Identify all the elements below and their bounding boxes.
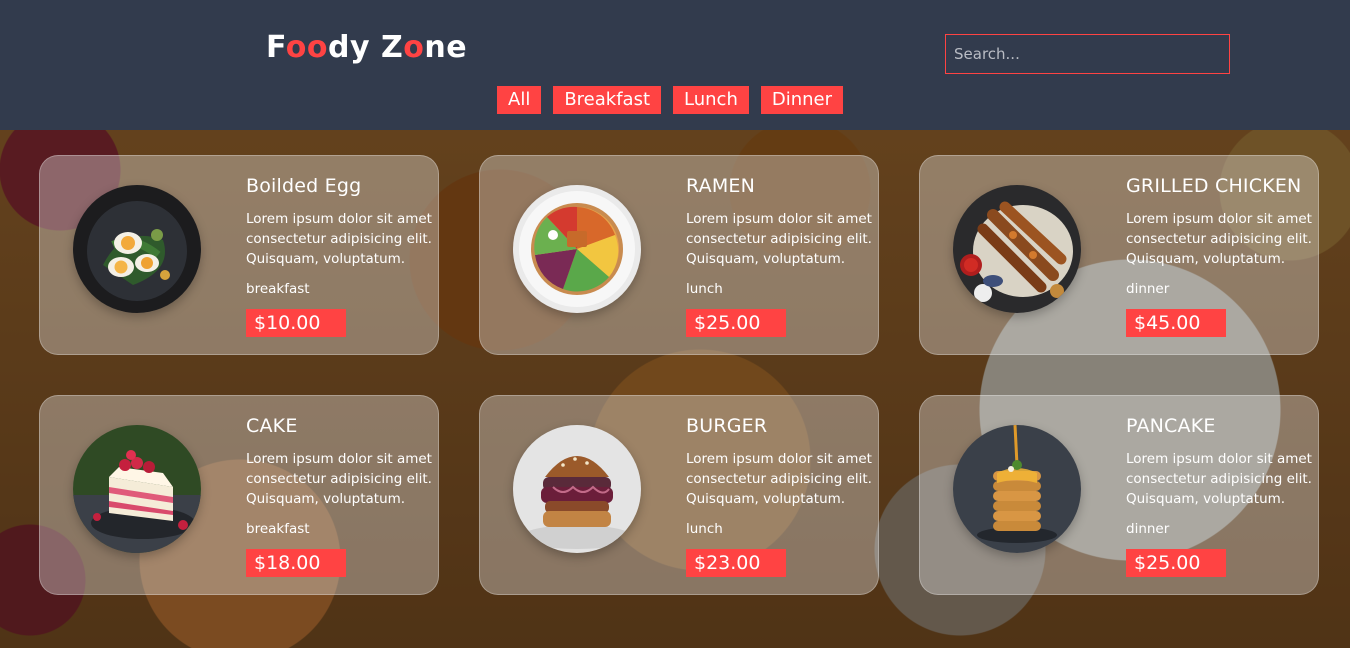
food-category: dinner	[1126, 281, 1170, 297]
food-category: lunch	[686, 521, 723, 537]
food-card: CAKE Lorem ipsum dolor sit amet consecte…	[39, 395, 439, 595]
search-input[interactable]	[945, 34, 1230, 74]
food-card: RAMEN Lorem ipsum dolor sit amet consect…	[479, 155, 879, 355]
food-title: RAMEN	[686, 175, 756, 197]
food-title: GRILLED CHICKEN	[1126, 175, 1302, 197]
price-button[interactable]: $25.00	[686, 309, 786, 337]
brand-part-highlight: oo	[285, 30, 329, 65]
food-card-info: Boilded Egg Lorem ipsum dolor sit amet c…	[246, 174, 436, 337]
boiled-egg-photo	[73, 185, 201, 313]
food-card: BURGER Lorem ipsum dolor sit amet consec…	[479, 395, 879, 595]
food-card: GRILLED CHICKEN Lorem ipsum dolor sit am…	[919, 155, 1319, 355]
food-card: Boilded Egg Lorem ipsum dolor sit amet c…	[39, 155, 439, 355]
food-category: breakfast	[246, 521, 310, 537]
price-button[interactable]: $25.00	[1126, 549, 1226, 577]
food-title: BURGER	[686, 415, 768, 437]
cake-slice-photo	[73, 425, 201, 553]
food-card-info: PANCAKE Lorem ipsum dolor sit amet conse…	[1126, 414, 1316, 577]
food-image	[953, 185, 1081, 313]
food-image	[73, 185, 201, 313]
brand-part: dy Z	[328, 30, 404, 65]
ramen-bowl-photo	[513, 185, 641, 313]
food-description: Lorem ipsum dolor sit amet consectetur a…	[686, 451, 872, 507]
food-description: Lorem ipsum dolor sit amet consectetur a…	[1126, 451, 1312, 507]
price-button[interactable]: $23.00	[686, 549, 786, 577]
food-card: PANCAKE Lorem ipsum dolor sit amet conse…	[919, 395, 1319, 595]
food-image	[73, 425, 201, 553]
burger-photo	[513, 425, 641, 553]
food-category: lunch	[686, 281, 723, 297]
price-button[interactable]: $45.00	[1126, 309, 1226, 337]
food-card-info: CAKE Lorem ipsum dolor sit amet consecte…	[246, 414, 436, 577]
food-title: Boilded Egg	[246, 175, 362, 197]
price-button[interactable]: $10.00	[246, 309, 346, 337]
filter-bar: All Breakfast Lunch Dinner	[497, 86, 844, 114]
food-image	[513, 425, 641, 553]
price-button[interactable]: $18.00	[246, 549, 346, 577]
food-description: Lorem ipsum dolor sit amet consectetur a…	[1126, 211, 1312, 267]
food-title: CAKE	[246, 415, 298, 437]
food-description: Lorem ipsum dolor sit amet consectetur a…	[246, 211, 432, 267]
filter-all-button[interactable]: All	[497, 86, 542, 114]
filter-dinner-button[interactable]: Dinner	[760, 86, 844, 114]
food-title: PANCAKE	[1126, 415, 1216, 437]
filter-lunch-button[interactable]: Lunch	[673, 86, 749, 114]
food-card-info: GRILLED CHICKEN Lorem ipsum dolor sit am…	[1126, 174, 1316, 337]
food-description: Lorem ipsum dolor sit amet consectetur a…	[246, 451, 432, 507]
food-image	[513, 185, 641, 313]
food-card-grid: Boilded Egg Lorem ipsum dolor sit amet c…	[39, 155, 1319, 595]
food-category: breakfast	[246, 281, 310, 297]
page: Foody Zone All Breakfast Lunch Dinner	[0, 0, 1350, 648]
food-category: dinner	[1126, 521, 1170, 537]
pancake-stack-photo	[953, 425, 1081, 553]
brand-part: F	[266, 30, 286, 65]
food-card-info: BURGER Lorem ipsum dolor sit amet consec…	[686, 414, 876, 577]
grilled-chicken-photo	[953, 185, 1081, 313]
brand-part-highlight: o	[403, 30, 425, 65]
food-image	[953, 425, 1081, 553]
food-description: Lorem ipsum dolor sit amet consectetur a…	[686, 211, 872, 267]
brand-logo: Foody Zone	[266, 30, 467, 65]
brand-part: ne	[424, 30, 468, 65]
filter-breakfast-button[interactable]: Breakfast	[553, 86, 662, 114]
food-card-info: RAMEN Lorem ipsum dolor sit amet consect…	[686, 174, 876, 337]
top-bar: Foody Zone All Breakfast Lunch Dinner	[0, 0, 1350, 130]
